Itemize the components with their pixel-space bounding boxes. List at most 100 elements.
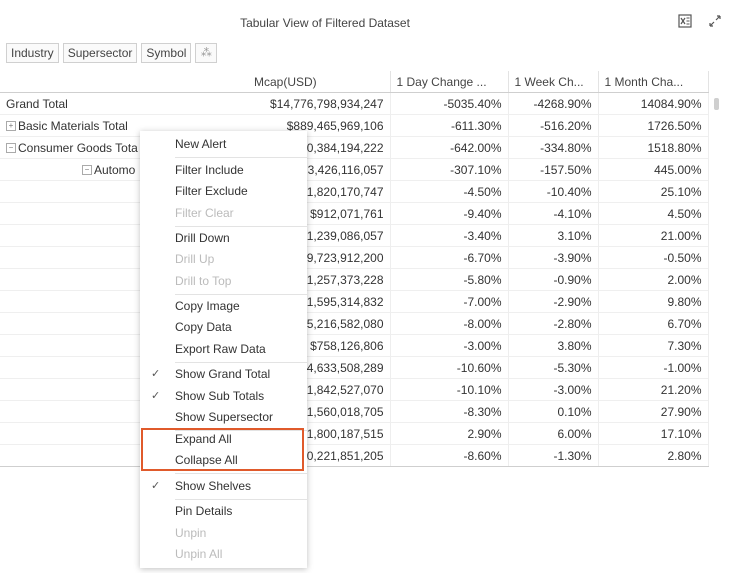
shelf-settings-icon[interactable]: ⁂ [195, 43, 218, 63]
excel-export-icon[interactable] [676, 13, 694, 29]
menu-new-alert[interactable]: New Alert [140, 134, 307, 155]
row-header-blank [0, 71, 248, 93]
table-cell: -642.00% [390, 136, 509, 159]
table-cell: -1.00% [598, 356, 709, 379]
menu-show-grand-total[interactable]: ✓ Show Grand Total [140, 364, 307, 385]
table-cell: 21.20% [598, 378, 709, 401]
menu-label: Show Shelves [175, 479, 252, 493]
table-row[interactable]: 1,257,373,228 -5.80% -0.90% 2.00% [0, 268, 709, 291]
table-row[interactable]: $758,126,806 -3.00% 3.80% 7.30% [0, 334, 709, 357]
menu-unpin-all: Unpin All [175, 547, 223, 561]
collapse-toggle-icon[interactable]: − [6, 143, 16, 154]
table-row[interactable]: + Basic Materials Total $889,465,969,106 -6… [0, 114, 709, 137]
table-row[interactable]: Grand Total $14,776,798,934,247 -5035.40% -… [0, 92, 709, 115]
table-cell: -334.80% [508, 136, 599, 159]
table-cell: 1726.50% [598, 114, 709, 137]
shelf-chip-symbol[interactable]: Symbol [141, 43, 192, 63]
table-row[interactable]: $912,071,761 -9.40% -4.10% 4.50% [0, 202, 709, 225]
column-header-mcap[interactable]: Mcap(USD) [248, 71, 391, 93]
table-cell: -5035.40% [390, 92, 509, 115]
shelf-bar: Industry Supersector Symbol ⁂ [6, 43, 218, 63]
table-cell: 6.70% [598, 312, 709, 335]
table-cell: 27.90% [598, 400, 709, 423]
table-cell: -9.40% [390, 202, 509, 225]
table-cell: -0.50% [598, 246, 709, 269]
table-cell: 4.50% [598, 202, 709, 225]
context-menu: New Alert Filter Include Filter Exclude … [140, 131, 307, 568]
scrollbar-thumb[interactable] [714, 98, 719, 110]
table-row[interactable]: 1,595,314,832 -7.00% -2.90% 9.80% [0, 290, 709, 313]
table-cell: $14,776,798,934,247 [248, 92, 391, 115]
table-cell: 0.10% [508, 400, 599, 423]
table-cell: -2.80% [508, 312, 599, 335]
table-scrollbar[interactable] [713, 95, 720, 435]
table-cell: -10.40% [508, 180, 599, 203]
table-cell: -3.00% [390, 334, 509, 357]
expand-toggle-icon[interactable]: + [6, 121, 16, 132]
table-cell: -7.00% [390, 290, 509, 313]
menu-drill-up: Drill Up [175, 252, 215, 266]
table-row[interactable]: 1,842,527,070 -10.10% -3.00% 21.20% [0, 378, 709, 401]
menu-pin-details[interactable]: Pin Details [140, 501, 307, 522]
table-cell: -3.40% [390, 224, 509, 247]
table-row[interactable]: ,5,216,582,080 -8.00% -2.80% 6.70% [0, 312, 709, 335]
table-cell: -2.90% [508, 290, 599, 313]
expand-collapse-highlight [141, 428, 304, 471]
menu-show-supersector[interactable]: Show Supersector [140, 407, 307, 428]
table-cell: -8.00% [390, 312, 509, 335]
table-cell: 2.80% [598, 444, 709, 467]
table-cell: -307.10% [390, 158, 509, 181]
menu-copy-data[interactable]: Copy Data [140, 317, 307, 338]
menu-copy-image[interactable]: Copy Image [140, 296, 307, 317]
table-row[interactable]: 1,560,018,705 -8.30% 0.10% 27.90% [0, 400, 709, 423]
table-row[interactable]: − Consumer Goods Tota ,0,384,194,222 -642.0… [0, 136, 709, 159]
table-cell: -8.30% [390, 400, 509, 423]
table-row[interactable]: 1,820,170,747 -4.50% -10.40% 25.10% [0, 180, 709, 203]
menu-drill-down[interactable]: Drill Down [140, 228, 307, 249]
table-cell: -3.90% [508, 246, 599, 269]
table-cell: -611.30% [390, 114, 509, 137]
menu-show-shelves[interactable]: ✓ Show Shelves [140, 476, 307, 497]
table-cell: -6.70% [390, 246, 509, 269]
table-row[interactable]: − Automo 3,426,116,057 -307.10% -157.50% 445.… [0, 158, 709, 181]
table-cell: -8.60% [390, 444, 509, 467]
table-cell: 3.80% [508, 334, 599, 357]
table-cell: -157.50% [508, 158, 599, 181]
table-cell: 445.00% [598, 158, 709, 181]
table-cell: 2.00% [598, 268, 709, 291]
table-row[interactable]: 1,239,086,057 -3.40% 3.10% 21.00% [0, 224, 709, 247]
menu-show-sub-totals[interactable]: ✓ Show Sub Totals [140, 386, 307, 407]
table-row[interactable]: ,0,221,851,205 -8.60% -1.30% 2.80% [0, 444, 709, 467]
table-cell: -3.00% [508, 378, 599, 401]
row-label-text: Automo [94, 162, 136, 177]
table-cell: 1518.80% [598, 136, 709, 159]
table-cell: 17.10% [598, 422, 709, 445]
table-cell: 21.00% [598, 224, 709, 247]
table-cell: -4.50% [390, 180, 509, 203]
table-cell: -0.90% [508, 268, 599, 291]
column-header-1month[interactable]: 1 Month Cha... [598, 71, 709, 93]
menu-filter-include[interactable]: Filter Include [140, 160, 307, 181]
row-label-text: Grand Total [6, 96, 68, 111]
expand-icon[interactable] [706, 13, 724, 29]
check-icon: ✓ [151, 390, 161, 402]
column-header-1week[interactable]: 1 Week Ch... [508, 71, 599, 93]
table-cell: -1.30% [508, 444, 599, 467]
menu-label: Show Grand Total [175, 367, 271, 381]
table-row[interactable]: 1,800,187,515 2.90% 6.00% 17.10% [0, 422, 709, 445]
table-cell: 25.10% [598, 180, 709, 203]
column-header-1day[interactable]: 1 Day Change ... [390, 71, 509, 93]
menu-filter-exclude[interactable]: Filter Exclude [140, 181, 307, 202]
menu-filter-clear: Filter Clear [175, 206, 234, 220]
table-cell: 9.80% [598, 290, 709, 313]
table-cell: -10.10% [390, 378, 509, 401]
menu-export-raw-data[interactable]: Export Raw Data [140, 339, 307, 360]
shelf-chip-industry[interactable]: Industry [6, 43, 59, 63]
table-row[interactable]: 4,633,508,289 -10.60% -5.30% -1.00% [0, 356, 709, 379]
table-cell: 2.90% [390, 422, 509, 445]
table-row[interactable]: ,9,723,912,200 -6.70% -3.90% -0.50% [0, 246, 709, 269]
collapse-toggle-icon[interactable]: − [82, 165, 92, 176]
table-cell: 7.30% [598, 334, 709, 357]
shelf-chip-supersector[interactable]: Supersector [62, 43, 138, 63]
table-cell: 6.00% [508, 422, 599, 445]
